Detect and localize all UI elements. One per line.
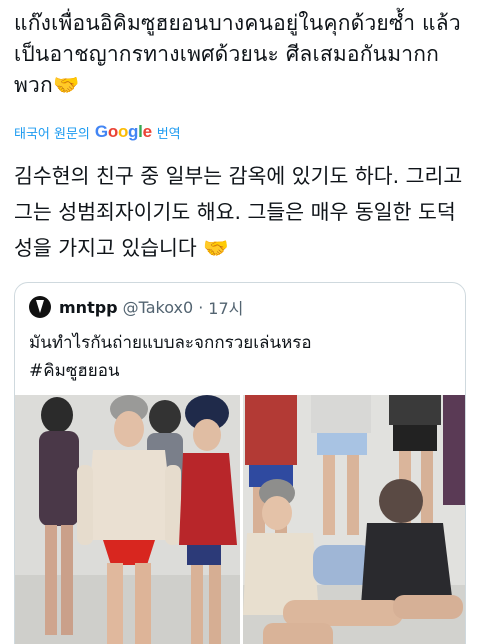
google-logo: Google <box>94 122 152 141</box>
quoted-handle[interactable]: @Takox0 <box>123 298 194 317</box>
translation-attribution[interactable]: 태국어 원문의 Google 번역 <box>14 122 181 142</box>
quoted-photo-right[interactable] <box>243 395 465 644</box>
translate-prefix: 태국어 원문의 <box>14 126 90 142</box>
quoted-text-line: มันทำไรกันถ่ายแบบละจกกรวยเล่นหรอ <box>29 333 312 353</box>
separator-dot: · <box>198 297 204 317</box>
quoted-timestamp[interactable]: 17시 <box>208 295 243 319</box>
quoted-hashtag[interactable]: #คิมซูฮยอน <box>29 357 449 385</box>
quoted-display-name[interactable]: mntpp <box>59 298 118 317</box>
quoted-post[interactable]: mntpp @Takox0 · 17시 มันทำไรกันถ่ายแบบละจ… <box>14 282 466 644</box>
quoted-photo-left[interactable] <box>15 395 240 644</box>
post-text: แก๊งเพื่อนอิคิมซูฮยอนบางคนอยู่ในคุกด้วยซ… <box>14 11 461 97</box>
translate-suffix: 번역 <box>156 126 181 142</box>
profile-avatar[interactable] <box>29 296 51 318</box>
quoted-post-header: mntpp @Takox0 · 17시 <box>29 295 243 319</box>
translated-text: 김수현의 친구 중 일부는 감옥에 있기도 하다. 그리고 그는 성범죄자이기도… <box>14 164 463 260</box>
quoted-text: มันทำไรกันถ่ายแบบละจกกรวยเล่นหรอ #คิมซูฮ… <box>29 329 449 385</box>
